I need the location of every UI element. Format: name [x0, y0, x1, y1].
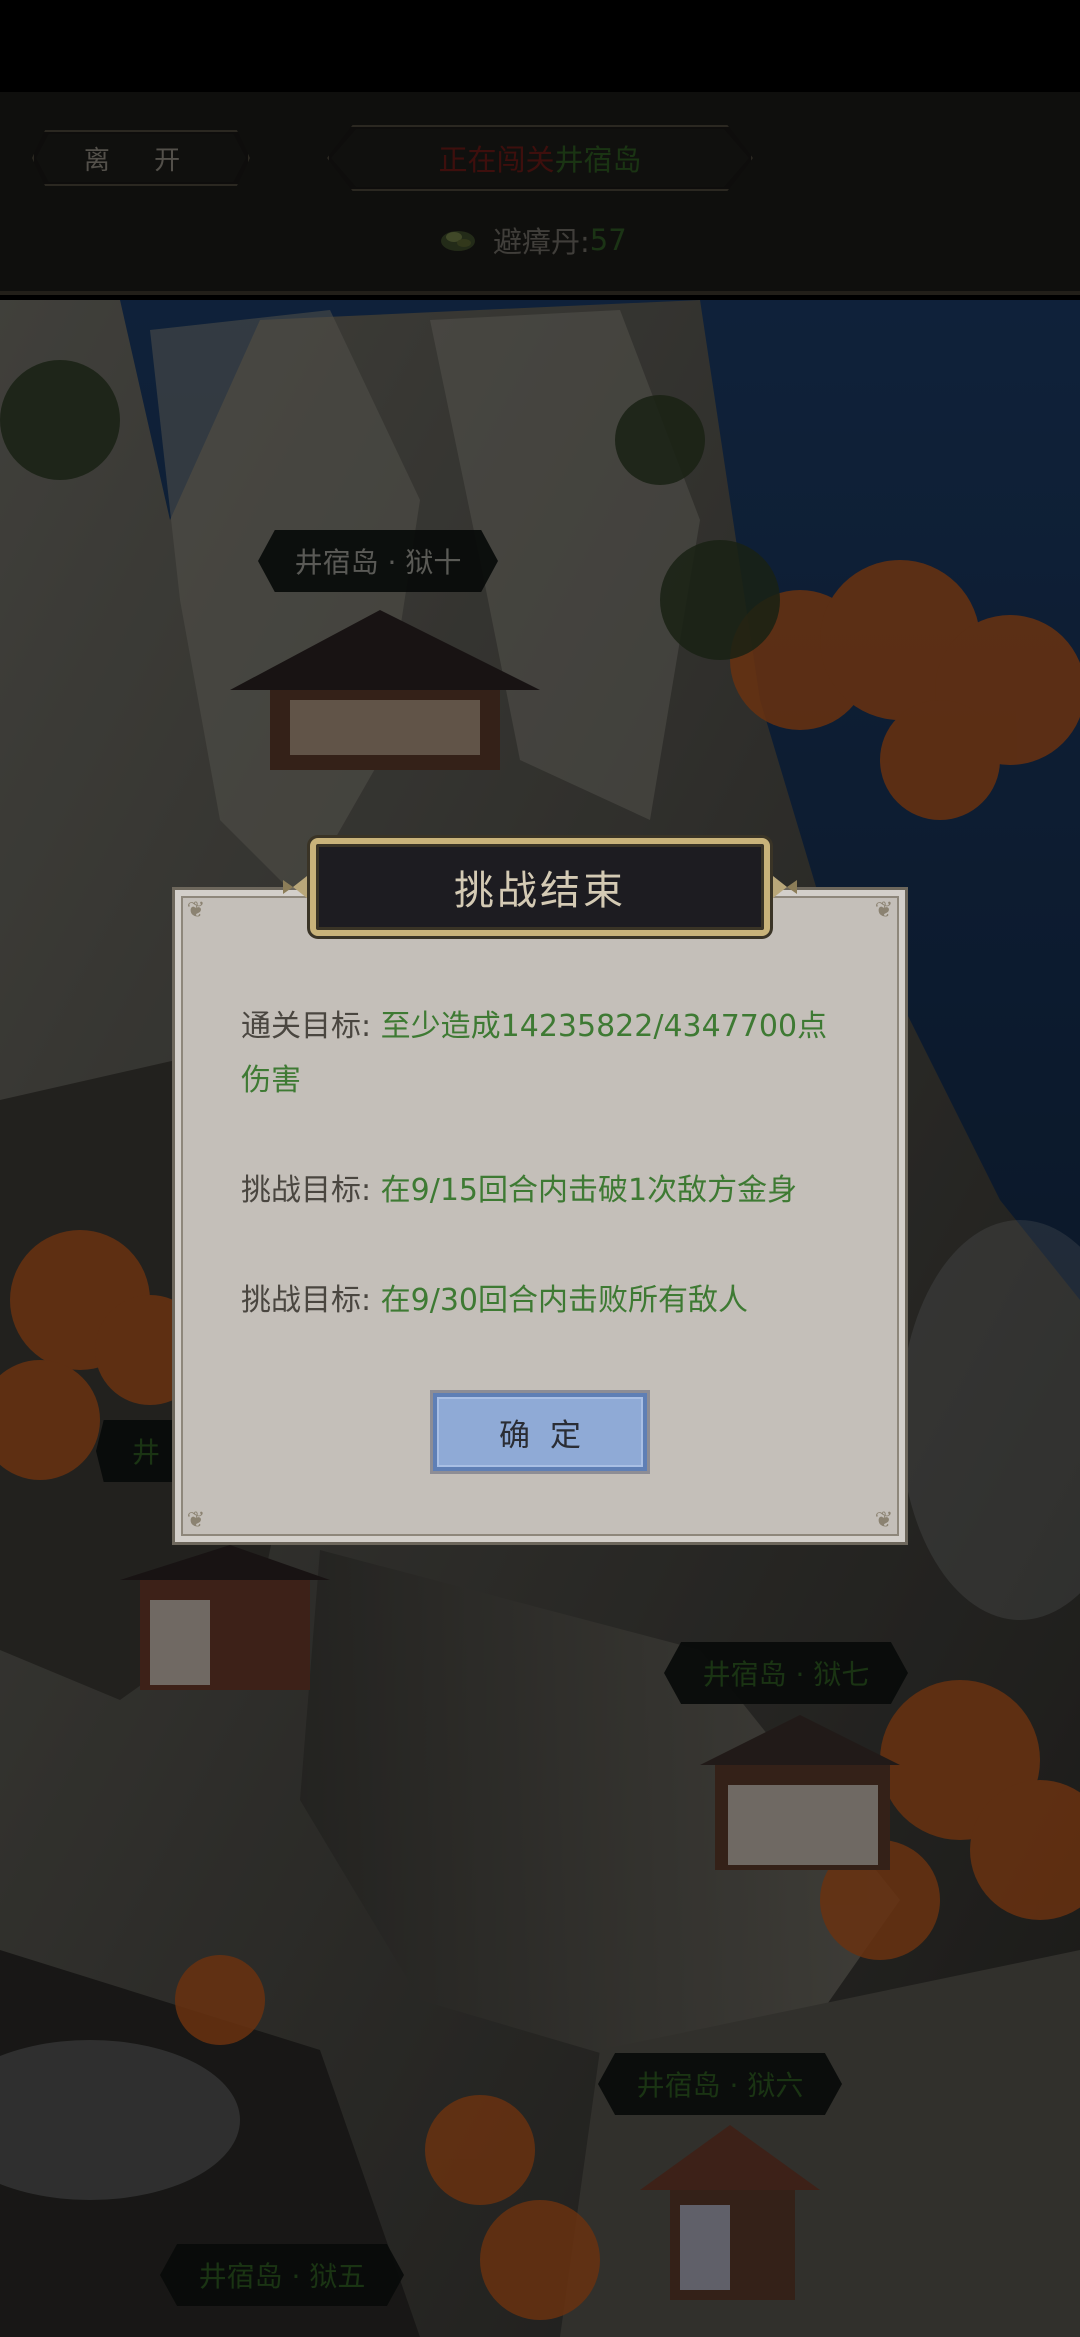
confirm-label: 确定 — [499, 1417, 601, 1454]
corner-ornament-icon: ❦ — [186, 898, 206, 923]
corner-ornament-icon: ❦ — [186, 1508, 206, 1533]
challenge-goal-2: 挑战目标: 在9/30回合内击败所有敌人 — [241, 1274, 861, 1328]
clear-goal: 通关目标: 至少造成14235822/4347700点 伤害 — [241, 1000, 861, 1108]
corner-ornament-icon: ❦ — [874, 898, 894, 923]
corner-ornament-icon: ❦ — [874, 1508, 894, 1533]
goal-label: 挑战目标: — [241, 1173, 372, 1208]
goal-text: 至少造成14235822/4347700点 — [380, 1009, 828, 1044]
challenge-goal-1: 挑战目标: 在9/15回合内击破1次敌方金身 — [241, 1164, 861, 1218]
goal-text: 在9/30回合内击败所有敌人 — [380, 1283, 749, 1318]
dialog-title-text: 挑战结束 — [454, 868, 626, 914]
dialog-title: 挑战结束 — [310, 838, 770, 936]
goal-text: 在9/15回合内击破1次敌方金身 — [380, 1173, 798, 1208]
goal-label: 通关目标: — [241, 1009, 372, 1044]
confirm-button[interactable]: 确定 — [430, 1390, 650, 1474]
goal-text-continued: 伤害 — [241, 1063, 301, 1098]
goal-label: 挑战目标: — [241, 1283, 372, 1318]
